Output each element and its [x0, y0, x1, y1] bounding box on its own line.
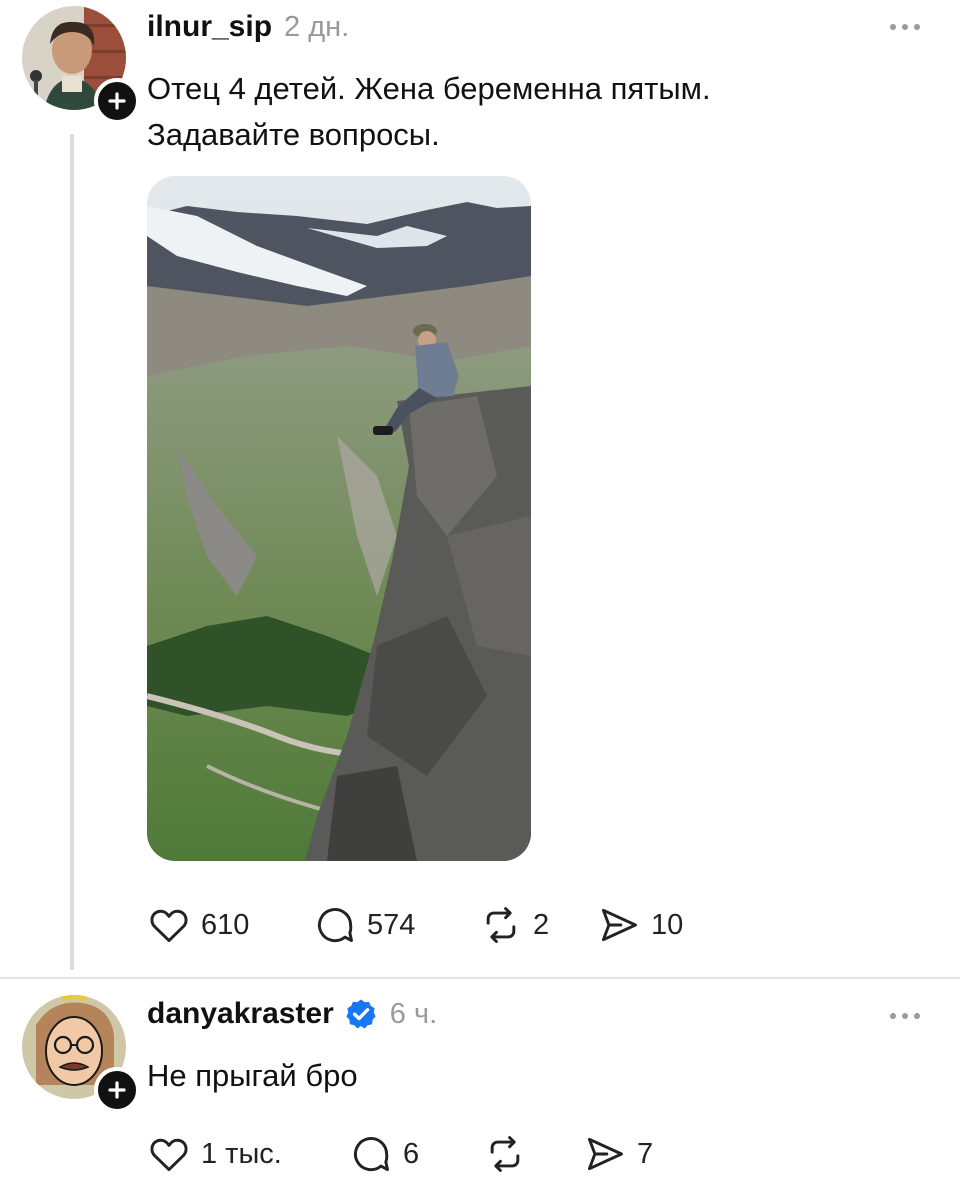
share-button[interactable]: 10 [597, 903, 683, 947]
repost-icon [486, 907, 516, 943]
heart-icon [150, 909, 188, 943]
comment-button[interactable]: 6 [349, 1132, 483, 1176]
share-icon [587, 1137, 623, 1171]
heart-icon [150, 1138, 188, 1172]
more-options-icon[interactable] [890, 24, 920, 30]
share-button[interactable]: 7 [583, 1132, 653, 1176]
like-count: 1 тыс. [201, 1137, 282, 1170]
reply-post: danyakraster 6 ч. Не прыгай бро 1 тыс. 6… [0, 979, 960, 1200]
post-text: Отец 4 детей. Жена беременна пятым. Зада… [147, 66, 711, 158]
repost-button[interactable] [483, 1132, 583, 1176]
reply-author-avatar[interactable] [22, 995, 140, 1113]
share-icon [601, 908, 637, 942]
follow-plus-icon[interactable] [94, 1067, 140, 1113]
reply-username[interactable]: danyakraster [147, 997, 334, 1031]
main-post: ilnur_sip 2 дн. Отец 4 детей. Жена берем… [0, 0, 960, 975]
comment-icon [317, 908, 353, 943]
repost-button[interactable]: 2 [479, 903, 597, 947]
comment-button[interactable]: 574 [313, 903, 479, 947]
comment-icon [353, 1137, 389, 1172]
reply-actions: 1 тыс. 6 7 [147, 1132, 653, 1176]
like-button[interactable]: 610 [147, 903, 313, 947]
post-photo[interactable] [147, 176, 531, 861]
post-time: 2 дн. [284, 11, 350, 43]
reply-header: danyakraster 6 ч. [147, 997, 437, 1031]
post-actions: 610 574 2 10 [147, 903, 683, 947]
share-count: 7 [637, 1137, 654, 1170]
follow-plus-icon[interactable] [94, 78, 140, 124]
repost-icon [490, 1136, 520, 1172]
post-text-line: Задавайте вопросы. [147, 117, 440, 152]
reply-text: Не прыгай бро [147, 1058, 358, 1093]
share-count: 10 [651, 908, 684, 941]
comment-count: 6 [403, 1137, 420, 1170]
comment-count: 574 [367, 908, 416, 941]
reply-time: 6 ч. [389, 998, 438, 1030]
like-button[interactable]: 1 тыс. [147, 1132, 349, 1176]
thread-line [70, 134, 74, 970]
post-text-line: Отец 4 детей. Жена беременна пятым. [147, 71, 711, 106]
repost-count: 2 [533, 908, 550, 941]
post-header: ilnur_sip 2 дн. [147, 10, 349, 44]
like-count: 610 [201, 908, 250, 941]
author-avatar[interactable] [22, 6, 140, 124]
verified-icon [346, 999, 376, 1029]
more-options-icon[interactable] [890, 1013, 920, 1019]
author-username[interactable]: ilnur_sip [147, 10, 272, 44]
